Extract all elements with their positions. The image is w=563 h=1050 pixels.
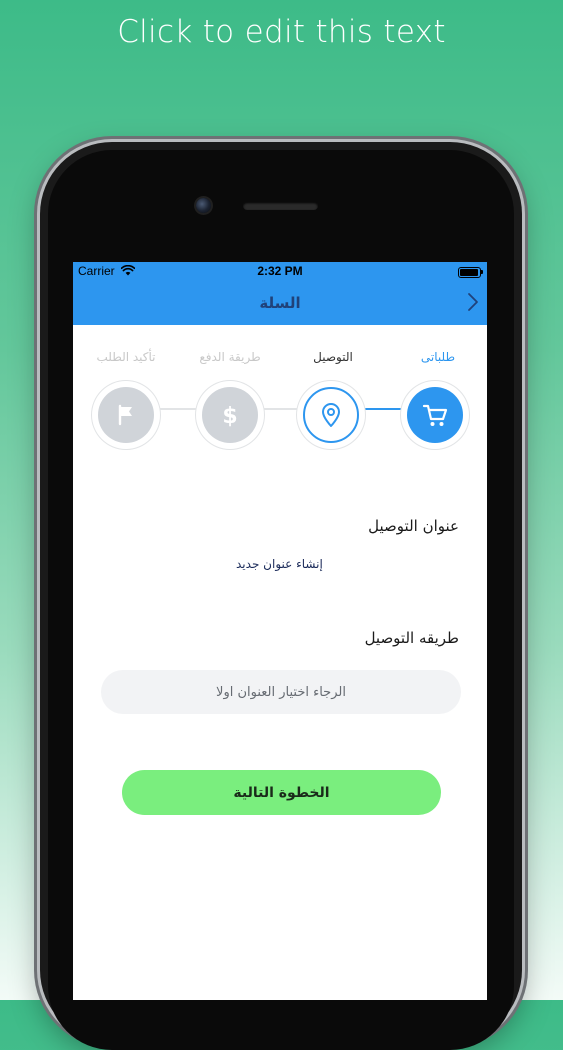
step-payment[interactable]: $ xyxy=(196,381,264,449)
nav-title: السلة xyxy=(259,294,301,312)
svg-text:$: $ xyxy=(222,404,237,428)
app-screen: Carrier 2:32 PM السلة طلباتى التوصيل طري… xyxy=(73,262,487,1000)
dollar-icon: $ xyxy=(222,404,237,428)
navigation-bar: Carrier 2:32 PM السلة xyxy=(73,262,487,325)
create-new-address-link[interactable]: إنشاء عنوان جديد xyxy=(236,557,323,571)
step-connector xyxy=(160,408,196,410)
next-step-button[interactable]: الخطوة التالية xyxy=(122,770,441,815)
earpiece-speaker xyxy=(243,202,318,210)
step-label-delivery[interactable]: التوصيل xyxy=(288,350,378,364)
status-bar: Carrier 2:32 PM xyxy=(73,262,487,282)
step-delivery-badge xyxy=(303,387,359,443)
step-payment-badge: $ xyxy=(202,387,258,443)
step-label-my-orders[interactable]: طلباتى xyxy=(393,350,483,364)
status-time: 2:32 PM xyxy=(257,264,303,278)
step-connector xyxy=(261,408,297,410)
step-confirm-order-badge xyxy=(98,387,154,443)
cart-icon xyxy=(422,404,448,426)
flag-icon xyxy=(118,404,132,426)
chevron-right-icon[interactable] xyxy=(467,292,479,312)
delivery-method-field[interactable] xyxy=(101,670,461,714)
step-label-payment[interactable]: طريقة الدفع xyxy=(185,350,275,364)
step-confirm-order[interactable] xyxy=(92,381,160,449)
step-my-orders-badge xyxy=(407,387,463,443)
step-label-confirm-order[interactable]: تأكيد الطلب xyxy=(81,350,171,364)
step-delivery[interactable] xyxy=(297,381,365,449)
promo-headline[interactable]: Click to edit this text xyxy=(0,14,563,50)
battery-icon xyxy=(458,267,483,278)
delivery-method-title: طريقه التوصيل xyxy=(364,629,459,647)
front-camera xyxy=(196,198,211,213)
step-my-orders[interactable] xyxy=(401,381,469,449)
delivery-address-title: عنوان التوصيل xyxy=(368,517,459,535)
location-pin-icon xyxy=(322,403,340,427)
